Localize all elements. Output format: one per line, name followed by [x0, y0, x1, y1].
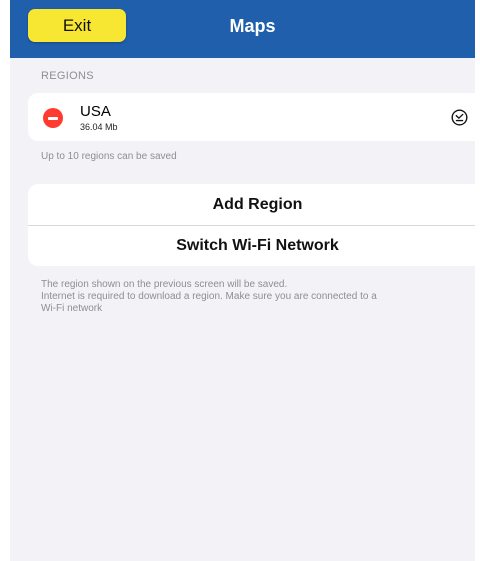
left-edge: [0, 0, 10, 561]
right-edge: [475, 0, 480, 561]
navigation-bar: Exit Maps: [10, 0, 475, 58]
info-line-1: The region shown on the previous screen …: [41, 279, 288, 290]
regions-section-header: REGIONS: [41, 70, 94, 82]
region-size: 36.04 Mb: [80, 122, 118, 132]
info-note: The region shown on the previous screen …: [41, 279, 471, 315]
actions-group: Add Region Switch Wi-Fi Network: [28, 184, 480, 266]
add-region-button[interactable]: Add Region: [28, 184, 480, 225]
maps-screen: Exit Maps REGIONS USA 36.04 Mb Up to 10 …: [0, 0, 480, 561]
info-line-3: Wi-Fi network: [41, 303, 103, 314]
regions-limit-note: Up to 10 regions can be saved: [41, 151, 177, 162]
info-line-2: Internet is required to download a regio…: [41, 291, 377, 302]
content-area: Exit Maps REGIONS USA 36.04 Mb Up to 10 …: [10, 0, 480, 561]
exit-button[interactable]: Exit: [28, 9, 126, 42]
minus-circle-icon[interactable]: [43, 108, 63, 128]
checkmark-circle-icon[interactable]: [451, 109, 468, 126]
region-name: USA: [80, 103, 111, 120]
region-list-item[interactable]: USA 36.04 Mb: [28, 93, 480, 141]
switch-wifi-network-button[interactable]: Switch Wi-Fi Network: [28, 225, 480, 266]
